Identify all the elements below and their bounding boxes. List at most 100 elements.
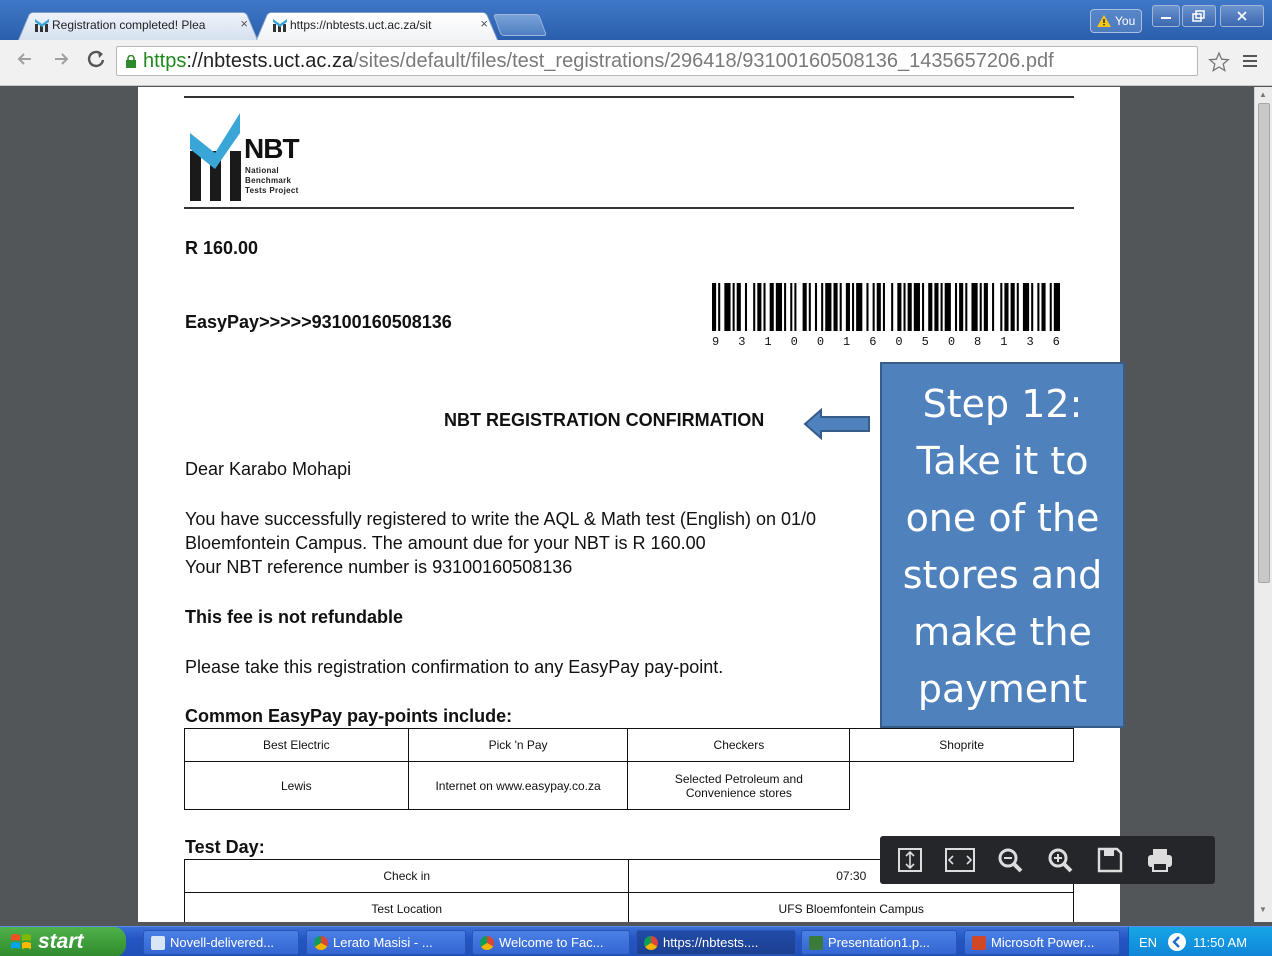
- barcode-bar: [833, 283, 838, 331]
- chevron-left-icon[interactable]: [1167, 932, 1187, 952]
- barcode-bar: [992, 283, 995, 331]
- start-button[interactable]: start: [0, 927, 126, 956]
- barcode-bar: [1000, 283, 1003, 331]
- registration-paragraph-line3: Your NBT reference number is 93100160508…: [185, 557, 573, 577]
- fit-width-icon: [945, 848, 975, 872]
- header-rule: [184, 207, 1074, 209]
- instruction: Please take this registration confirmati…: [185, 657, 724, 677]
- barcode-bar: [891, 283, 894, 331]
- barcode-bar: [971, 283, 978, 331]
- scroll-thumb[interactable]: [1258, 103, 1270, 583]
- chrome-icon: [314, 936, 328, 950]
- barcode-bar: [928, 283, 933, 331]
- taskbar-item[interactable]: https://nbtests....: [636, 930, 796, 955]
- language-indicator[interactable]: EN: [1139, 935, 1157, 950]
- barcode-bar: [876, 283, 881, 331]
- testday-label: Check in: [183, 859, 630, 893]
- url-host: ://nbtests.uct.ac.za: [186, 49, 354, 72]
- menu-button[interactable]: [1242, 53, 1258, 74]
- start-label: start: [38, 930, 84, 953]
- scroll-up-icon[interactable]: ▲: [1259, 90, 1267, 99]
- reload-button[interactable]: [86, 49, 106, 75]
- paypoint-cell: Lewis: [184, 761, 409, 810]
- barcode-digit: 3: [1026, 335, 1034, 349]
- minimize-button[interactable]: [1152, 5, 1180, 27]
- barcode-bar: [712, 283, 717, 331]
- tab-nbtests-pdf[interactable]: https://nbtests.uct.ac.za/sit ×: [256, 9, 498, 40]
- windows-taskbar: start Novell-delivered... Lerato Masisi …: [0, 926, 1272, 956]
- barcode-bar: [775, 283, 783, 331]
- save-button[interactable]: [1092, 843, 1128, 877]
- barcode-digit: 6: [869, 335, 877, 349]
- barcode-digit: 5: [921, 335, 929, 349]
- lock-icon: [126, 55, 136, 68]
- fit-page-button[interactable]: [892, 843, 928, 877]
- barcode-bar: [763, 283, 766, 331]
- paypoint-cell: Pick 'n Pay: [407, 728, 629, 762]
- barcode: [712, 283, 1060, 331]
- paypoint-cell: Checkers: [627, 728, 851, 762]
- new-tab-button[interactable]: [492, 14, 548, 36]
- clock[interactable]: 11:50 AM: [1193, 935, 1247, 950]
- taskbar-item[interactable]: Lerato Masisi - ...: [306, 930, 466, 955]
- bookmark-star-button[interactable]: [1208, 51, 1230, 78]
- barcode-bar: [1004, 283, 1009, 331]
- profile-label: You: [1115, 14, 1136, 28]
- barcode-bar: [907, 283, 912, 331]
- close-window-button[interactable]: [1220, 5, 1264, 27]
- barcode-bar: [802, 283, 807, 331]
- registration-paragraph-line2: Bloemfontein Campus. The amount due for …: [185, 533, 706, 553]
- barcode-bar: [732, 283, 735, 331]
- zoom-in-button[interactable]: [1042, 843, 1078, 877]
- barcode-bar: [959, 283, 964, 331]
- barcode-bar: [856, 283, 863, 331]
- callout-line: payment: [917, 667, 1088, 711]
- forward-button[interactable]: [52, 50, 70, 74]
- url-scheme: https: [143, 49, 187, 72]
- windows-logo-icon: [11, 934, 31, 949]
- back-arrow-icon: [17, 53, 31, 65]
- barcode-bar: [839, 283, 842, 331]
- barcode-bar: [913, 283, 920, 331]
- restore-button[interactable]: [1182, 5, 1216, 27]
- callout-line: Step 12:: [922, 382, 1083, 426]
- callout-line: Take it to: [916, 439, 1089, 483]
- testday-label: Test Location: [183, 892, 630, 922]
- logo-title: NBT: [244, 133, 300, 164]
- fit-width-button[interactable]: [942, 843, 978, 877]
- profile-button[interactable]: You: [1090, 9, 1142, 33]
- tab-registration-completed[interactable]: Registration completed! Plea ×: [18, 9, 258, 40]
- address-bar[interactable]: https://nbtests.uct.ac.za/sites/default/…: [116, 46, 1198, 76]
- barcode-bar: [1041, 283, 1046, 331]
- zoom-out-icon: [998, 848, 1023, 873]
- testday-heading: Test Day:: [185, 837, 265, 857]
- barcode-bar: [845, 283, 850, 331]
- taskbar-item-label: Presentation1.p...: [828, 935, 930, 950]
- powerpoint-icon: [972, 936, 986, 950]
- barcode-bar: [1049, 283, 1052, 331]
- barcode-bar: [744, 283, 748, 331]
- taskbar-item[interactable]: Novell-delivered...: [143, 930, 299, 955]
- presentation-icon: [809, 936, 823, 950]
- barcode-bar: [790, 283, 793, 331]
- taskbar-item-label: Microsoft Power...: [991, 935, 1095, 950]
- tab-close-icon[interactable]: ×: [240, 16, 248, 31]
- paypoint-cell: Shoprite: [849, 728, 1074, 762]
- print-button[interactable]: [1142, 843, 1178, 877]
- tab-close-icon[interactable]: ×: [480, 16, 488, 31]
- barcode-bar: [1010, 283, 1015, 331]
- taskbar-item[interactable]: Welcome to Fac...: [472, 930, 630, 955]
- chrome-icon: [644, 936, 658, 950]
- paypoints-heading: Common EasyPay pay-points include:: [185, 706, 513, 726]
- zoom-in-icon: [1048, 848, 1073, 873]
- vertical-scrollbar[interactable]: ▲ ▼: [1254, 87, 1272, 922]
- left-arrow-icon: [803, 407, 870, 441]
- back-button[interactable]: [16, 50, 34, 74]
- taskbar-item[interactable]: Microsoft Power...: [964, 930, 1120, 955]
- nbt-favicon-icon: [273, 19, 287, 32]
- zoom-out-button[interactable]: [992, 843, 1028, 877]
- url-path: /sites/default/files/test_registrations/…: [353, 49, 1054, 72]
- logo-line-benchmark: Benchmark: [245, 176, 292, 185]
- taskbar-item[interactable]: Presentation1.p...: [801, 930, 957, 955]
- scroll-down-icon[interactable]: ▼: [1259, 905, 1267, 914]
